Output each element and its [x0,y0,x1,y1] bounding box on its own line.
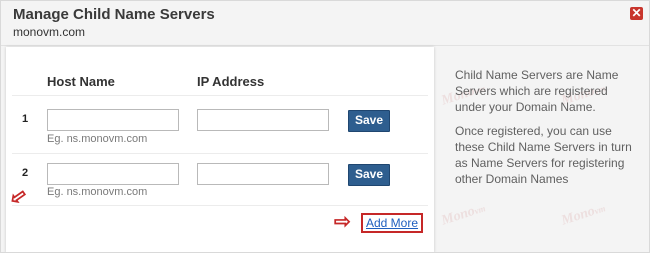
row-divider [12,205,428,206]
save-button-2[interactable]: Save [348,164,390,186]
dialog-header: Manage Child Name Servers monovm.com ✕ [1,1,649,46]
row-number: 1 [22,113,29,125]
child-name-servers-dialog: Manage Child Name Servers monovm.com ✕ M… [0,0,650,253]
annotation-arrow-icon: ⇦ [5,183,32,211]
header-divider [12,95,428,96]
host-name-input-2[interactable] [47,163,179,185]
annotation-arrow-icon: ⇨ [334,211,351,233]
dialog-body: Monovm Monovm Monovm Monovm Monovm Monov… [1,47,649,252]
watermark: Monovm [439,203,487,229]
info-paragraph-2: Once registered, you can use these Child… [455,124,632,186]
ip-address-input-2[interactable] [197,163,329,185]
save-button-1[interactable]: Save [348,110,390,132]
watermark: Monovm [559,203,607,229]
name-server-form: Host Name IP Address 1 Eg. ns.monovm.com… [5,47,434,252]
row-number: 2 [22,167,29,179]
host-name-input-1[interactable] [47,109,179,131]
host-name-hint: Eg. ns.monovm.com [47,133,148,145]
close-icon[interactable]: ✕ [630,7,643,20]
add-more-link[interactable]: Add More [361,213,424,233]
domain-name: monovm.com [13,25,86,39]
host-name-hint: Eg. ns.monovm.com [47,186,148,198]
ip-address-header: IP Address [197,74,265,89]
row-divider [12,153,428,154]
host-name-header: Host Name [47,74,115,89]
ip-address-input-1[interactable] [197,109,329,131]
info-paragraph-1: Child Name Servers are Name Servers whic… [455,68,619,114]
dialog-title: Manage Child Name Servers [13,6,215,23]
